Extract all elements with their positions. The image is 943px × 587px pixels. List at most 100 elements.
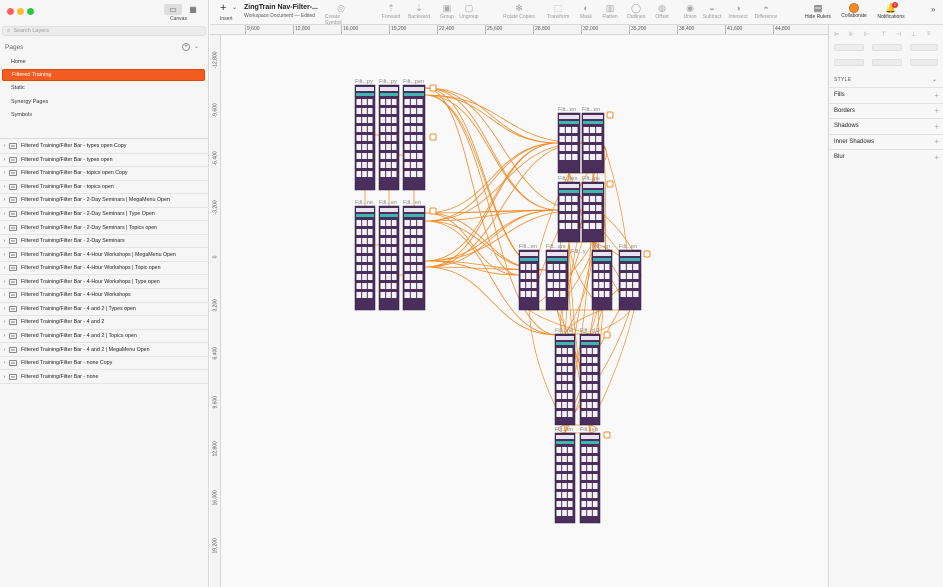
toolbar-rotate-copies-button[interactable]: ✻ Rotate Copies bbox=[503, 3, 535, 20]
add-page-button[interactable]: + bbox=[182, 43, 190, 51]
window-maximize-button[interactable] bbox=[27, 8, 34, 15]
layer-row[interactable]: › Filtered Training/Filter Bar - 4-Hour W… bbox=[0, 262, 209, 276]
add-inner-shadows-icon[interactable]: + bbox=[934, 137, 939, 146]
align-middle-icon[interactable]: ⊣ bbox=[896, 31, 901, 38]
layer-row[interactable]: › Filtered Training/Filter Bar - topics o… bbox=[0, 181, 209, 195]
layer-row[interactable]: › Filtered Training/Filter Bar - none Cop… bbox=[0, 357, 209, 371]
layer-row[interactable]: › Filtered Training/Filter Bar - 4-Hour W… bbox=[0, 248, 209, 262]
artboard-label[interactable]: Filt...en bbox=[580, 427, 598, 433]
artboard-label[interactable]: Filt...ne bbox=[555, 328, 573, 334]
x-field[interactable] bbox=[834, 44, 864, 51]
add-borders-icon[interactable]: + bbox=[934, 106, 939, 115]
page-item[interactable]: Static bbox=[2, 82, 205, 94]
component-view-button[interactable]: ▦ bbox=[184, 4, 202, 15]
layer-row[interactable]: › Filtered Training/Filter Bar - 4 and 2 … bbox=[0, 343, 209, 357]
layer-row[interactable]: › Filtered Training/Filter Bar - 4 and 2 … bbox=[0, 303, 209, 317]
page-item[interactable]: Symbols bbox=[2, 109, 205, 121]
page-item[interactable]: Filtered Training bbox=[2, 69, 205, 82]
link-hotspot-icon[interactable] bbox=[606, 111, 614, 119]
inspector-section-blur[interactable]: Blur + bbox=[829, 149, 943, 164]
add-blur-icon[interactable]: + bbox=[934, 153, 939, 162]
layer-row[interactable]: › Filtered Training/Filter Bar - 2-Day Se… bbox=[0, 221, 209, 235]
style-chevron-icon[interactable]: ⌄ bbox=[932, 76, 937, 83]
link-hotspot-icon[interactable] bbox=[603, 331, 611, 339]
layer-row[interactable]: › Filtered Training/Filter Bar - topics o… bbox=[0, 167, 209, 181]
disclosure-chevron-icon[interactable]: › bbox=[0, 306, 9, 312]
inspector-section-shadows[interactable]: Shadows + bbox=[829, 118, 943, 133]
layer-row[interactable]: › Filtered Training/Filter Bar - 4 and 2 bbox=[0, 316, 209, 330]
horizontal-ruler[interactable]: 9,600 12,800 16,000 19,200 22,400 25,600 28,80… bbox=[210, 25, 828, 35]
layer-row[interactable]: › Filtered Training/Filter Bar - 4 and 2 … bbox=[0, 330, 209, 344]
toolbar-symbol-button[interactable]: ◎ Create Symbol bbox=[325, 3, 357, 26]
height-field[interactable] bbox=[872, 59, 902, 66]
artboard-label[interactable]: Filt...en bbox=[519, 244, 537, 250]
artboard-label[interactable]: Filt...en bbox=[379, 200, 397, 206]
pages-collapse-icon[interactable]: ⌄ bbox=[194, 43, 199, 50]
layer-row[interactable]: › Filtered Training/Filter Bar - 2-Day Se… bbox=[0, 208, 209, 222]
inspector-section-fills[interactable]: Fills + bbox=[829, 87, 943, 102]
inspector-section-borders[interactable]: Borders + bbox=[829, 102, 943, 118]
link-hotspot-icon[interactable] bbox=[603, 431, 611, 439]
rotation-field[interactable] bbox=[910, 44, 938, 51]
link-hotspot-icon[interactable] bbox=[606, 180, 614, 188]
artboard-label[interactable]: Filt...d 2 bbox=[580, 328, 600, 334]
artboard-label[interactable]: Filt...ars bbox=[546, 244, 566, 250]
window-close-button[interactable] bbox=[7, 8, 14, 15]
disclosure-chevron-icon[interactable]: › bbox=[0, 238, 9, 244]
align-top-icon[interactable]: ⊤ bbox=[881, 31, 886, 38]
align-left-icon[interactable]: ⊫ bbox=[834, 31, 839, 38]
canvas-view-button[interactable]: ▭ bbox=[164, 4, 182, 15]
disclosure-chevron-icon[interactable]: › bbox=[0, 157, 9, 163]
insert-label[interactable]: Insert bbox=[220, 16, 233, 22]
disclosure-chevron-icon[interactable]: › bbox=[0, 170, 9, 176]
artboard-label[interactable]: Filt...ps bbox=[582, 176, 600, 182]
layer-row[interactable]: › Filtered Training/Filter Bar - types op… bbox=[0, 154, 209, 168]
design-canvas[interactable]: Filt...py Filt...py Filt...pen Filt...ne Fil… bbox=[221, 35, 828, 587]
align-bottom-icon[interactable]: ⊥ bbox=[911, 31, 916, 38]
toolbar-bell-button[interactable]: 🔔 Notifications bbox=[875, 3, 907, 20]
align-right-icon[interactable]: ⊩ bbox=[864, 31, 869, 38]
artboard-label[interactable]: Filt...en bbox=[592, 244, 610, 250]
layer-row[interactable]: › Filtered Training/Filter Bar - 4-Hour W… bbox=[0, 276, 209, 289]
artboard-label[interactable]: Filt...en bbox=[558, 107, 576, 113]
disclosure-chevron-icon[interactable]: › bbox=[0, 211, 9, 217]
toolbar-difference-button[interactable]: ◓ Difference bbox=[750, 3, 782, 20]
inspector-section-inner-shadows[interactable]: Inner Shadows + bbox=[829, 133, 943, 149]
layer-row[interactable]: › Filtered Training/Filter Bar - types op… bbox=[0, 140, 209, 154]
artboard-label[interactable]: Filt...y bbox=[571, 249, 586, 255]
disclosure-chevron-icon[interactable]: › bbox=[0, 225, 9, 231]
artboard-label[interactable]: Filt...py bbox=[379, 79, 397, 85]
artboard-label[interactable]: Filt...py bbox=[355, 79, 373, 85]
layer-row[interactable]: › Filtered Training/Filter Bar - 4-Hour W… bbox=[0, 289, 209, 303]
align-center-icon[interactable]: ⊪ bbox=[849, 31, 854, 38]
disclosure-chevron-icon[interactable]: › bbox=[0, 360, 9, 366]
link-hotspot-icon[interactable] bbox=[429, 133, 437, 141]
artboard-label[interactable]: Filt...en bbox=[555, 427, 573, 433]
document-title[interactable]: ZingTrain Nav-Filter-... bbox=[244, 4, 318, 11]
artboard-label[interactable]: Filt...en bbox=[619, 244, 637, 250]
disclosure-chevron-icon[interactable]: › bbox=[0, 374, 9, 380]
page-item[interactable]: Synergy Pages bbox=[2, 96, 205, 108]
insert-chevron-icon[interactable]: ⌄ bbox=[232, 4, 237, 11]
vertical-ruler[interactable]: -12,800 -9,600 -6,400 -3,200 0 3,200 6,400 9,60… bbox=[210, 35, 221, 587]
width-field[interactable] bbox=[834, 59, 864, 66]
link-hotspot-icon[interactable] bbox=[643, 250, 651, 258]
disclosure-chevron-icon[interactable]: › bbox=[0, 184, 9, 190]
search-layers-input[interactable]: ⌕ Search Layers bbox=[2, 26, 206, 36]
disclosure-chevron-icon[interactable]: › bbox=[0, 252, 9, 258]
link-hotspot-icon[interactable] bbox=[429, 207, 437, 215]
disclosure-chevron-icon[interactable]: › bbox=[0, 292, 9, 298]
disclosure-chevron-icon[interactable]: › bbox=[0, 333, 9, 339]
page-item[interactable]: Home bbox=[2, 56, 205, 68]
add-shadows-icon[interactable]: + bbox=[934, 122, 939, 131]
window-minimize-button[interactable] bbox=[17, 8, 24, 15]
artboard-label[interactable]: Filt...pen bbox=[403, 79, 424, 85]
add-fills-icon[interactable]: + bbox=[934, 91, 939, 100]
artboard-label[interactable]: Filt...ne bbox=[355, 200, 373, 206]
toolbar-rulers-button[interactable]: ▤ Hide Rulers bbox=[802, 3, 834, 20]
toolbar-collaborate-button[interactable]: Collaborate bbox=[838, 3, 870, 19]
expand-inspector-icon[interactable]: » bbox=[931, 5, 935, 14]
y-field[interactable] bbox=[872, 44, 902, 51]
disclosure-chevron-icon[interactable]: › bbox=[0, 265, 9, 271]
link-hotspot-icon[interactable] bbox=[429, 84, 437, 92]
